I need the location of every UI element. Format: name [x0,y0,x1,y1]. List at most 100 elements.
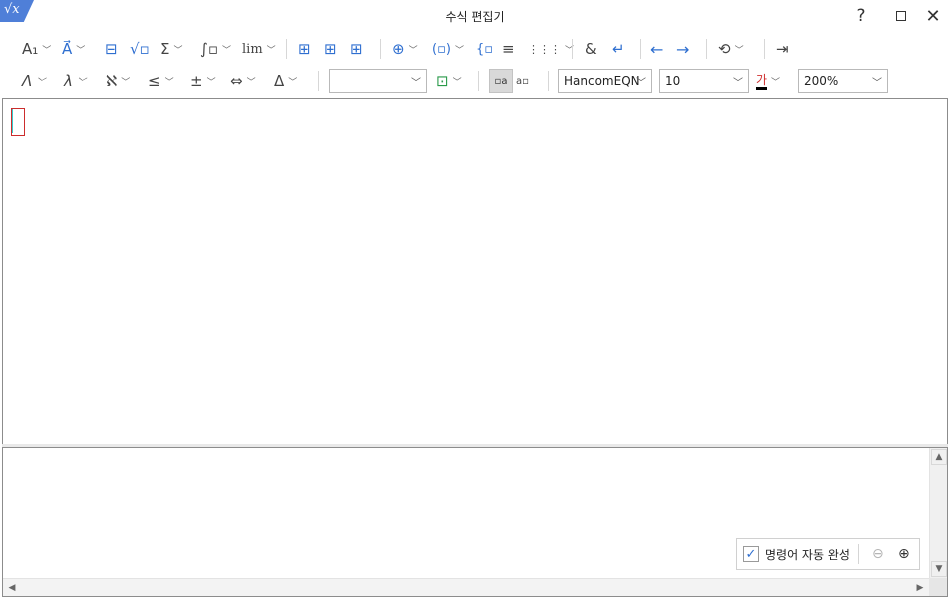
matrix-grid-icon: ⋮⋮⋮ [528,42,561,56]
arrow-left-icon: ← [650,39,664,59]
font-combo[interactable]: HancomEQN ﹀ [558,69,652,93]
radical-icon: √▫ [130,40,150,58]
autocomplete-checkbox[interactable]: ✓ [743,546,759,562]
chevron-down-icon[interactable]: ﹀ [409,43,418,56]
vertical-scrollbar[interactable]: ▲ ▼ [929,448,947,578]
operator-button[interactable]: ± ﹀ [190,69,216,93]
title-bar: √x 수식 편집기 ? ✕ [0,0,950,32]
case-button[interactable]: {▫ [476,37,493,61]
limit-icon: lim [242,41,263,57]
close-button[interactable]: ✕ [916,0,950,32]
chevron-down-icon[interactable]: ﹀ [42,43,51,56]
integral-button[interactable]: ∫▫ ﹀ [200,37,231,61]
stack-button[interactable]: ⊕ ﹀ [392,37,418,61]
text-color-button[interactable]: 가 ﹀ [756,69,780,93]
subscript-button[interactable]: A₁ ﹀ [22,37,51,61]
insert-exit-button[interactable]: ⇥ [776,37,789,61]
chevron-down-icon[interactable]: ﹀ [267,43,276,56]
equation-editing-area[interactable] [2,98,948,446]
inline-format-icon: ▫a [494,75,508,87]
greek-small-button[interactable]: λ ﹀ [64,69,86,93]
toolbar-divider [572,39,573,59]
help-button[interactable]: ? [844,0,878,32]
display-format-toggle[interactable]: a▫ [516,69,529,93]
ampersand-button[interactable]: & [585,37,597,61]
misc-symbol-button[interactable]: Δ ﹀ [274,69,297,93]
scroll-left-icon[interactable]: ◀ [4,580,20,596]
enter-button[interactable]: ↵ [612,37,625,61]
zoom-out-button[interactable]: ⊖ [867,543,889,565]
toolbar-divider [640,39,641,59]
zoom-combo[interactable]: 200% ﹀ [798,69,888,93]
matrix-structure-3-icon: ⊞ [350,40,363,58]
sum-button[interactable]: Σ ﹀ [160,37,183,61]
hebrew-symbol-icon: ℵ [106,72,118,90]
chevron-down-icon[interactable]: ﹀ [173,43,182,56]
horizontal-scrollbar[interactable]: ◀ ▶ [3,578,929,596]
style-combo[interactable]: ﹀ [329,69,427,93]
chevron-down-icon[interactable]: ﹀ [735,43,744,56]
move-right-button[interactable]: → [676,37,689,61]
user-style-button[interactable]: ⊡ ﹀ [436,69,462,93]
chevron-down-icon[interactable]: ﹀ [76,43,85,56]
convert-button[interactable]: ⟲ ﹀ [718,37,744,61]
case-bracket-icon: {▫ [476,41,494,57]
stack-icon: ⊕ [392,40,405,58]
zoom-in-button[interactable]: ⊕ [893,543,915,565]
chevron-down-icon[interactable]: ﹀ [77,75,86,88]
greek-small-icon: λ [64,72,73,90]
chevron-down-icon[interactable]: ﹀ [207,75,216,88]
chevron-down-icon[interactable]: ﹀ [36,75,45,88]
radical-button[interactable]: √▫ [130,37,150,61]
maximize-button[interactable] [884,0,918,32]
matrix-button[interactable]: ⋮⋮⋮ ﹀ [528,37,574,61]
operator-icon: ± [190,72,203,90]
accent-button[interactable]: A⃗ ﹀ [62,37,85,61]
panel-divider [857,544,859,564]
greek-capital-button[interactable]: Λ ﹀ [22,69,45,93]
convert-icon: ⟲ [718,40,731,58]
hebrew-symbol-button[interactable]: ℵ ﹀ [106,69,130,93]
arrow-symbol-button[interactable]: ⇔ ﹀ [230,69,256,93]
move-left-button[interactable]: ← [650,37,663,61]
chevron-down-icon[interactable]: ﹀ [247,75,256,88]
toolbar-divider [318,71,319,91]
zoom-combo-value: 200% [804,74,839,88]
toolbar-divider [548,71,549,91]
size-combo[interactable]: 10 ﹀ [659,69,749,93]
line-button[interactable]: ≡ [502,37,515,61]
structure-button-1[interactable]: ⊞ [298,37,311,61]
scroll-up-icon[interactable]: ▲ [931,449,947,465]
chevron-down-icon[interactable]: ﹀ [222,43,231,56]
chevron-down-icon[interactable]: ﹀ [288,75,297,88]
structure-button-3[interactable]: ⊞ [350,37,363,61]
ampersand-icon: & [585,40,597,58]
autocomplete-label[interactable]: 명령어 자동 완성 [765,546,850,563]
text-caret [12,109,13,133]
chevron-down-icon[interactable]: ﹀ [121,75,130,88]
chevron-down-icon[interactable]: ﹀ [165,75,174,88]
toolbar-divider [286,39,287,59]
limit-button[interactable]: lim ﹀ [242,37,276,61]
fraction-button[interactable]: ⊟ [105,37,118,61]
scroll-down-icon[interactable]: ▼ [931,561,947,577]
integral-icon: ∫▫ [200,40,218,58]
scroll-right-icon[interactable]: ▶ [912,580,928,596]
chevron-down-icon[interactable]: ﹀ [455,43,464,56]
zoom-in-icon: ⊕ [898,546,910,562]
font-combo-value: HancomEQN [564,74,640,88]
parenthesis-button[interactable]: (▫) ﹀ [432,37,464,61]
fraction-icon: ⊟ [105,40,118,58]
display-format-icon: a▫ [516,75,529,87]
toolbar-divider [478,71,479,91]
chevron-down-icon[interactable]: ﹀ [771,75,780,88]
inline-format-toggle[interactable]: ▫a [489,69,513,93]
line-icon: ≡ [502,40,515,58]
script-input-area[interactable]: ▲ ▼ ◀ ▶ [2,447,948,597]
toolbar-row-1: A₁ ﹀ A⃗ ﹀ ⊟ √▫ Σ ﹀ ∫▫ ﹀ lim ﹀ ⊞ ⊞ ⊞ ⊕ ﹀ (▫) ﹀ {… [0,34,950,64]
structure-button-2[interactable]: ⊞ [324,37,337,61]
chevron-down-icon[interactable]: ﹀ [453,75,462,88]
greek-capital-icon: Λ [22,72,33,90]
relation-button[interactable]: ≤ ﹀ [148,69,174,93]
equation-placeholder-box [11,108,25,136]
